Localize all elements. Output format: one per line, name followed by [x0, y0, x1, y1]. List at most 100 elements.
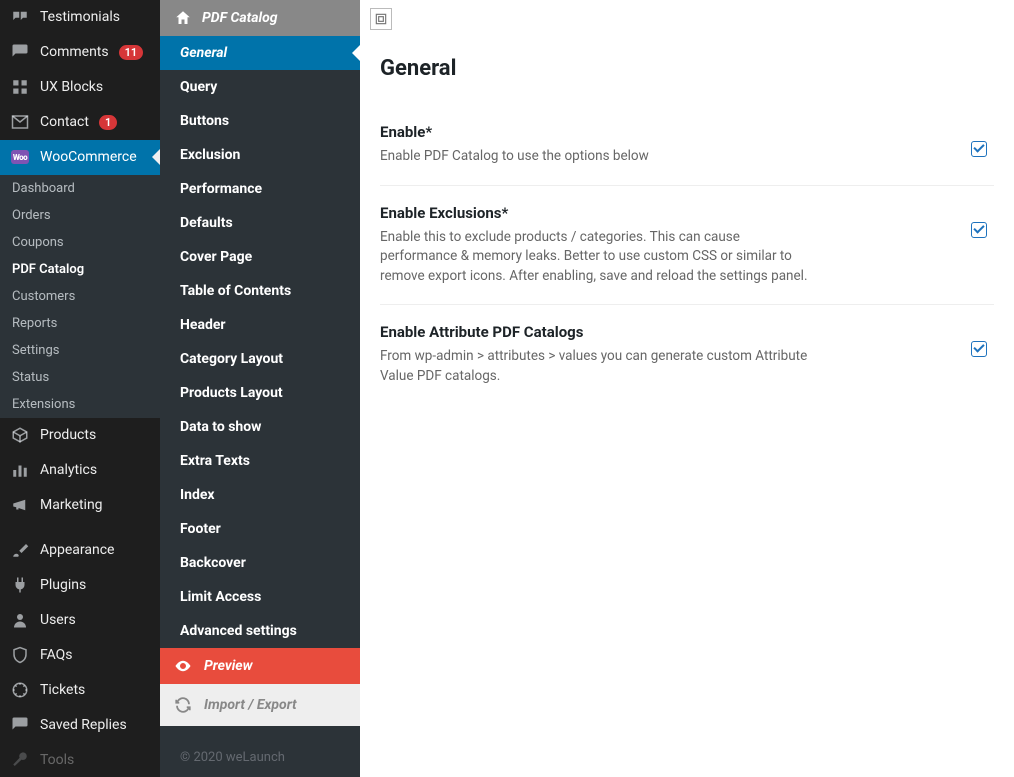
comment-icon: [10, 42, 30, 62]
home-icon: [174, 9, 192, 27]
sidebar-sub-settings[interactable]: Settings: [0, 337, 160, 364]
settings-panel: General Enable* Enable PDF Catalog to us…: [360, 0, 1014, 777]
sidebar-sub-reports[interactable]: Reports: [0, 310, 160, 337]
sidebar-item-plugins[interactable]: Plugins: [0, 567, 160, 602]
panel-toolbar: [360, 0, 1014, 38]
sidebar-item-tools[interactable]: Tools: [0, 742, 160, 777]
expand-options-button[interactable]: [370, 8, 392, 30]
field-enable: Enable* Enable PDF Catalog to use the op…: [380, 105, 994, 186]
settings-tab-header[interactable]: Header: [160, 308, 360, 342]
mail-icon: [10, 112, 30, 132]
enable-attribute-catalogs-checkbox[interactable]: [971, 341, 987, 357]
settings-tab-footer[interactable]: Footer: [160, 512, 360, 546]
sidebar-item-label: Saved Replies: [40, 717, 127, 733]
sidebar-item-contact[interactable]: Contact 1: [0, 105, 160, 140]
field-enable-attribute-catalogs: Enable Attribute PDF Catalogs From wp-ad…: [380, 305, 994, 404]
bars-icon: [10, 460, 30, 480]
sidebar-sub-dashboard[interactable]: Dashboard: [0, 175, 160, 202]
sidebar-item-label: Appearance: [40, 542, 114, 558]
sidebar-item-tickets[interactable]: Tickets: [0, 672, 160, 707]
sidebar-item-faqs[interactable]: FAQs: [0, 637, 160, 672]
comments-count-badge: 11: [119, 45, 144, 60]
ticket-icon: [10, 680, 30, 700]
settings-tab-advanced[interactable]: Advanced settings: [160, 614, 360, 648]
brush-icon: [10, 540, 30, 560]
sidebar-item-label: WooCommerce: [40, 149, 137, 165]
sidebar-item-comments[interactable]: Comments 11: [0, 35, 160, 70]
sidebar-item-label: Marketing: [40, 497, 103, 513]
settings-tab-index[interactable]: Index: [160, 478, 360, 512]
sidebar-item-label: Contact: [40, 114, 89, 130]
field-description: Enable PDF Catalog to use the options be…: [380, 147, 810, 167]
settings-tab-label: Import / Export: [204, 697, 297, 713]
settings-sidebar-header: PDF Catalog: [160, 0, 360, 36]
sidebar-item-uxblocks[interactable]: UX Blocks: [0, 70, 160, 105]
settings-tab-exclusion[interactable]: Exclusion: [160, 138, 360, 172]
field-label: Enable Attribute PDF Catalogs: [380, 323, 810, 341]
sidebar-sub-status[interactable]: Status: [0, 364, 160, 391]
refresh-icon: [174, 696, 192, 714]
settings-tab-toc[interactable]: Table of Contents: [160, 274, 360, 308]
sidebar-item-label: Tickets: [40, 682, 85, 698]
settings-tab-import-export[interactable]: Import / Export: [160, 684, 360, 726]
field-description: Enable this to exclude products / catego…: [380, 228, 810, 287]
settings-tab-limitaccess[interactable]: Limit Access: [160, 580, 360, 614]
field-label: Enable*: [380, 123, 810, 141]
sidebar-item-label: UX Blocks: [40, 79, 103, 95]
sidebar-item-savedreplies[interactable]: Saved Replies: [0, 707, 160, 742]
sidebar-item-label: Analytics: [40, 462, 97, 478]
field-label: Enable Exclusions*: [380, 204, 810, 222]
settings-tab-query[interactable]: Query: [160, 70, 360, 104]
settings-sidebar-title: PDF Catalog: [202, 10, 278, 26]
eye-icon: [174, 657, 192, 675]
settings-tab-productslayout[interactable]: Products Layout: [160, 376, 360, 410]
sidebar-item-marketing[interactable]: Marketing: [0, 488, 160, 523]
sidebar-sub-pdfcatalog[interactable]: PDF Catalog: [0, 256, 160, 283]
settings-tab-performance[interactable]: Performance: [160, 172, 360, 206]
help-icon: [10, 645, 30, 665]
sidebar-item-label: Products: [40, 427, 96, 443]
sidebar-item-testimonials[interactable]: Testimonials: [0, 0, 160, 35]
box-icon: [10, 425, 30, 445]
settings-tab-general[interactable]: General: [160, 36, 360, 70]
field-description: From wp-admin > attributes > values you …: [380, 347, 810, 386]
settings-tab-label: Preview: [204, 658, 253, 674]
quote-icon: [10, 7, 30, 27]
sidebar-sub-coupons[interactable]: Coupons: [0, 229, 160, 256]
plug-icon: [10, 575, 30, 595]
sidebar-item-woocommerce[interactable]: Woo WooCommerce: [0, 140, 160, 175]
sidebar-item-label: FAQs: [40, 647, 73, 663]
settings-tab-categorylayout[interactable]: Category Layout: [160, 342, 360, 376]
settings-tab-datashow[interactable]: Data to show: [160, 410, 360, 444]
megaphone-icon: [10, 495, 30, 515]
field-enable-exclusions: Enable Exclusions* Enable this to exclud…: [380, 186, 994, 306]
sidebar-item-products[interactable]: Products: [0, 418, 160, 453]
reply-icon: [10, 715, 30, 735]
grid-icon: [10, 77, 30, 97]
sidebar-sub-orders[interactable]: Orders: [0, 202, 160, 229]
user-icon: [10, 610, 30, 630]
enable-checkbox[interactable]: [971, 141, 987, 157]
sidebar-sub-customers[interactable]: Customers: [0, 283, 160, 310]
settings-tab-extratexts[interactable]: Extra Texts: [160, 444, 360, 478]
sidebar-item-label: Tools: [40, 752, 74, 768]
settings-tab-preview[interactable]: Preview: [160, 648, 360, 684]
woocommerce-icon: Woo: [10, 147, 30, 167]
section-title: General: [380, 56, 994, 81]
sidebar-item-label: Comments: [40, 44, 109, 60]
contact-count-badge: 1: [99, 115, 117, 130]
sidebar-item-appearance[interactable]: Appearance: [0, 532, 160, 567]
enable-exclusions-checkbox[interactable]: [971, 222, 987, 238]
sidebar-item-label: Plugins: [40, 577, 86, 593]
settings-tab-buttons[interactable]: Buttons: [160, 104, 360, 138]
settings-tab-coverpage[interactable]: Cover Page: [160, 240, 360, 274]
wrench-icon: [10, 750, 30, 770]
settings-tab-backcover[interactable]: Backcover: [160, 546, 360, 580]
woo-submenu: Dashboard Orders Coupons PDF Catalog Cus…: [0, 175, 160, 418]
settings-tab-defaults[interactable]: Defaults: [160, 206, 360, 240]
wp-admin-sidebar: Testimonials Comments 11 UX Blocks Conta…: [0, 0, 160, 777]
sidebar-item-users[interactable]: Users: [0, 602, 160, 637]
sidebar-item-analytics[interactable]: Analytics: [0, 453, 160, 488]
sidebar-item-label: Users: [40, 612, 76, 628]
sidebar-sub-extensions[interactable]: Extensions: [0, 391, 160, 418]
